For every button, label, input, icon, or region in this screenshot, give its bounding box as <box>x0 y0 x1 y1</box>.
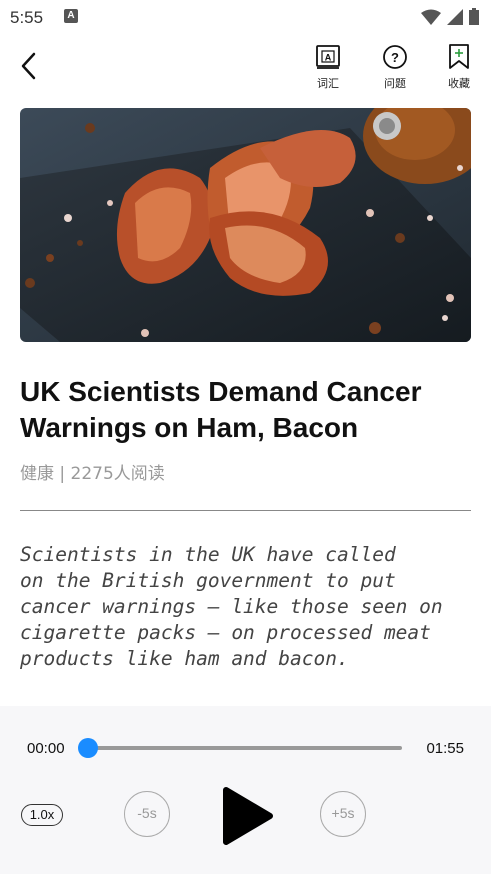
question-icon: ? <box>383 45 407 69</box>
play-icon <box>223 787 273 845</box>
battery-icon <box>469 8 479 25</box>
bacon-photo <box>20 108 471 342</box>
svg-text:A: A <box>325 53 332 63</box>
status-icons <box>421 8 479 25</box>
svg-text:?: ? <box>391 50 399 65</box>
progress-thumb[interactable] <box>78 738 98 758</box>
progress-track[interactable] <box>88 746 402 750</box>
signal-icon <box>447 8 463 25</box>
favorite-button[interactable]: 收藏 <box>439 44 479 91</box>
favorite-label: 收藏 <box>448 77 470 90</box>
audio-player: 00:00 01:55 1.0x -5s +5s <box>0 706 491 874</box>
chevron-left-icon <box>21 52 36 80</box>
question-button[interactable]: ? 问题 <box>375 44 415 91</box>
bookmark-add-icon <box>449 44 469 69</box>
notification-a-icon: A <box>64 9 78 23</box>
wifi-icon <box>421 9 441 25</box>
back-button[interactable] <box>14 48 46 84</box>
play-button[interactable] <box>220 784 276 848</box>
article-excerpt: Scientists in the UK have called on the … <box>20 543 443 670</box>
vocab-button[interactable]: A 词汇 <box>308 44 348 91</box>
divider <box>20 510 471 511</box>
speed-button[interactable]: 1.0x <box>21 804 63 826</box>
current-time: 00:00 <box>27 740 65 757</box>
question-label: 问题 <box>384 77 406 90</box>
status-bar: 5:55 A <box>0 0 491 34</box>
rewind-5s-button[interactable]: -5s <box>124 791 170 837</box>
article-meta: 健康 | 2275人阅读 <box>20 464 165 484</box>
forward-5s-button[interactable]: +5s <box>320 791 366 837</box>
article-hero-image <box>20 108 471 342</box>
top-bar: A 词汇 ? 问题 收藏 <box>0 34 491 100</box>
vocabulary-book-icon: A <box>316 45 340 69</box>
total-time: 01:55 <box>426 740 464 757</box>
article-title: UK Scientists Demand Cancer Warnings on … <box>20 376 422 443</box>
status-time: 5:55 <box>10 8 44 27</box>
vocab-label: 词汇 <box>317 77 339 90</box>
